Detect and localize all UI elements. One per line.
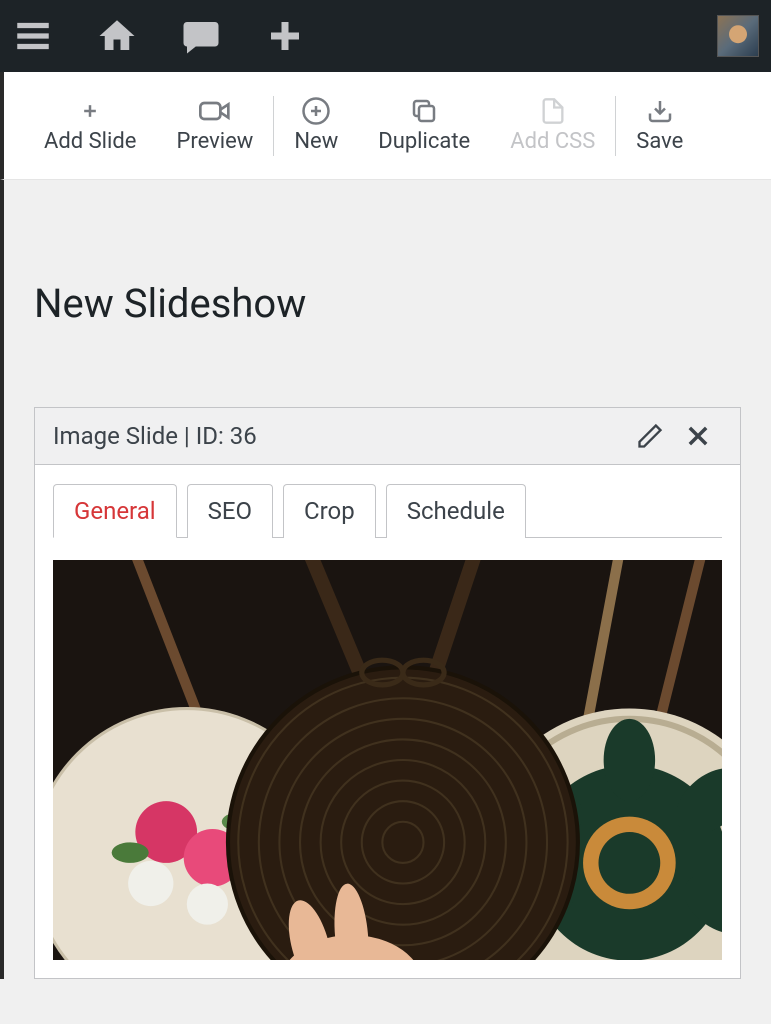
new-button[interactable]: New [274,95,358,155]
main-content: New Slideshow Image Slide | ID: 36 Gener… [0,180,771,979]
tab-crop[interactable]: Crop [283,484,376,538]
home-icon[interactable] [96,15,138,57]
preview-button[interactable]: Preview [156,95,273,155]
admin-bar [0,0,771,72]
save-label: Save [636,129,683,155]
slide-panel: Image Slide | ID: 36 General SEO Crop Sc… [34,407,741,979]
page-title: New Slideshow [34,280,741,327]
circle-plus-icon [301,95,331,127]
plus-small-icon [80,95,100,127]
copy-icon [409,95,439,127]
panel-header-label: Image Slide | ID: 36 [53,422,257,450]
comment-icon[interactable] [180,15,222,57]
new-label: New [294,129,338,155]
preview-label: Preview [176,129,253,155]
tab-seo[interactable]: SEO [187,484,273,538]
camera-icon [199,95,231,127]
tabs: General SEO Crop Schedule [53,483,722,538]
slide-image-preview[interactable] [53,560,722,960]
file-css-icon [539,95,567,127]
panel-header: Image Slide | ID: 36 [35,408,740,465]
tab-schedule[interactable]: Schedule [386,484,526,538]
duplicate-label: Duplicate [378,129,470,155]
add-css-label: Add CSS [510,129,595,155]
add-slide-label: Add Slide [44,129,136,155]
download-icon [645,95,675,127]
editor-toolbar: Add Slide Preview New Duplicate Add CSS … [0,72,771,180]
tab-general[interactable]: General [53,484,177,538]
user-avatar[interactable] [717,15,759,57]
save-button[interactable]: Save [616,95,703,155]
edit-icon[interactable] [626,422,674,450]
add-css-button[interactable]: Add CSS [490,95,615,155]
plus-icon[interactable] [264,15,306,57]
duplicate-button[interactable]: Duplicate [358,95,490,155]
menu-icon[interactable] [12,15,54,57]
panel-body: General SEO Crop Schedule [35,465,740,978]
add-slide-button[interactable]: Add Slide [24,95,156,155]
close-icon[interactable] [674,422,722,450]
